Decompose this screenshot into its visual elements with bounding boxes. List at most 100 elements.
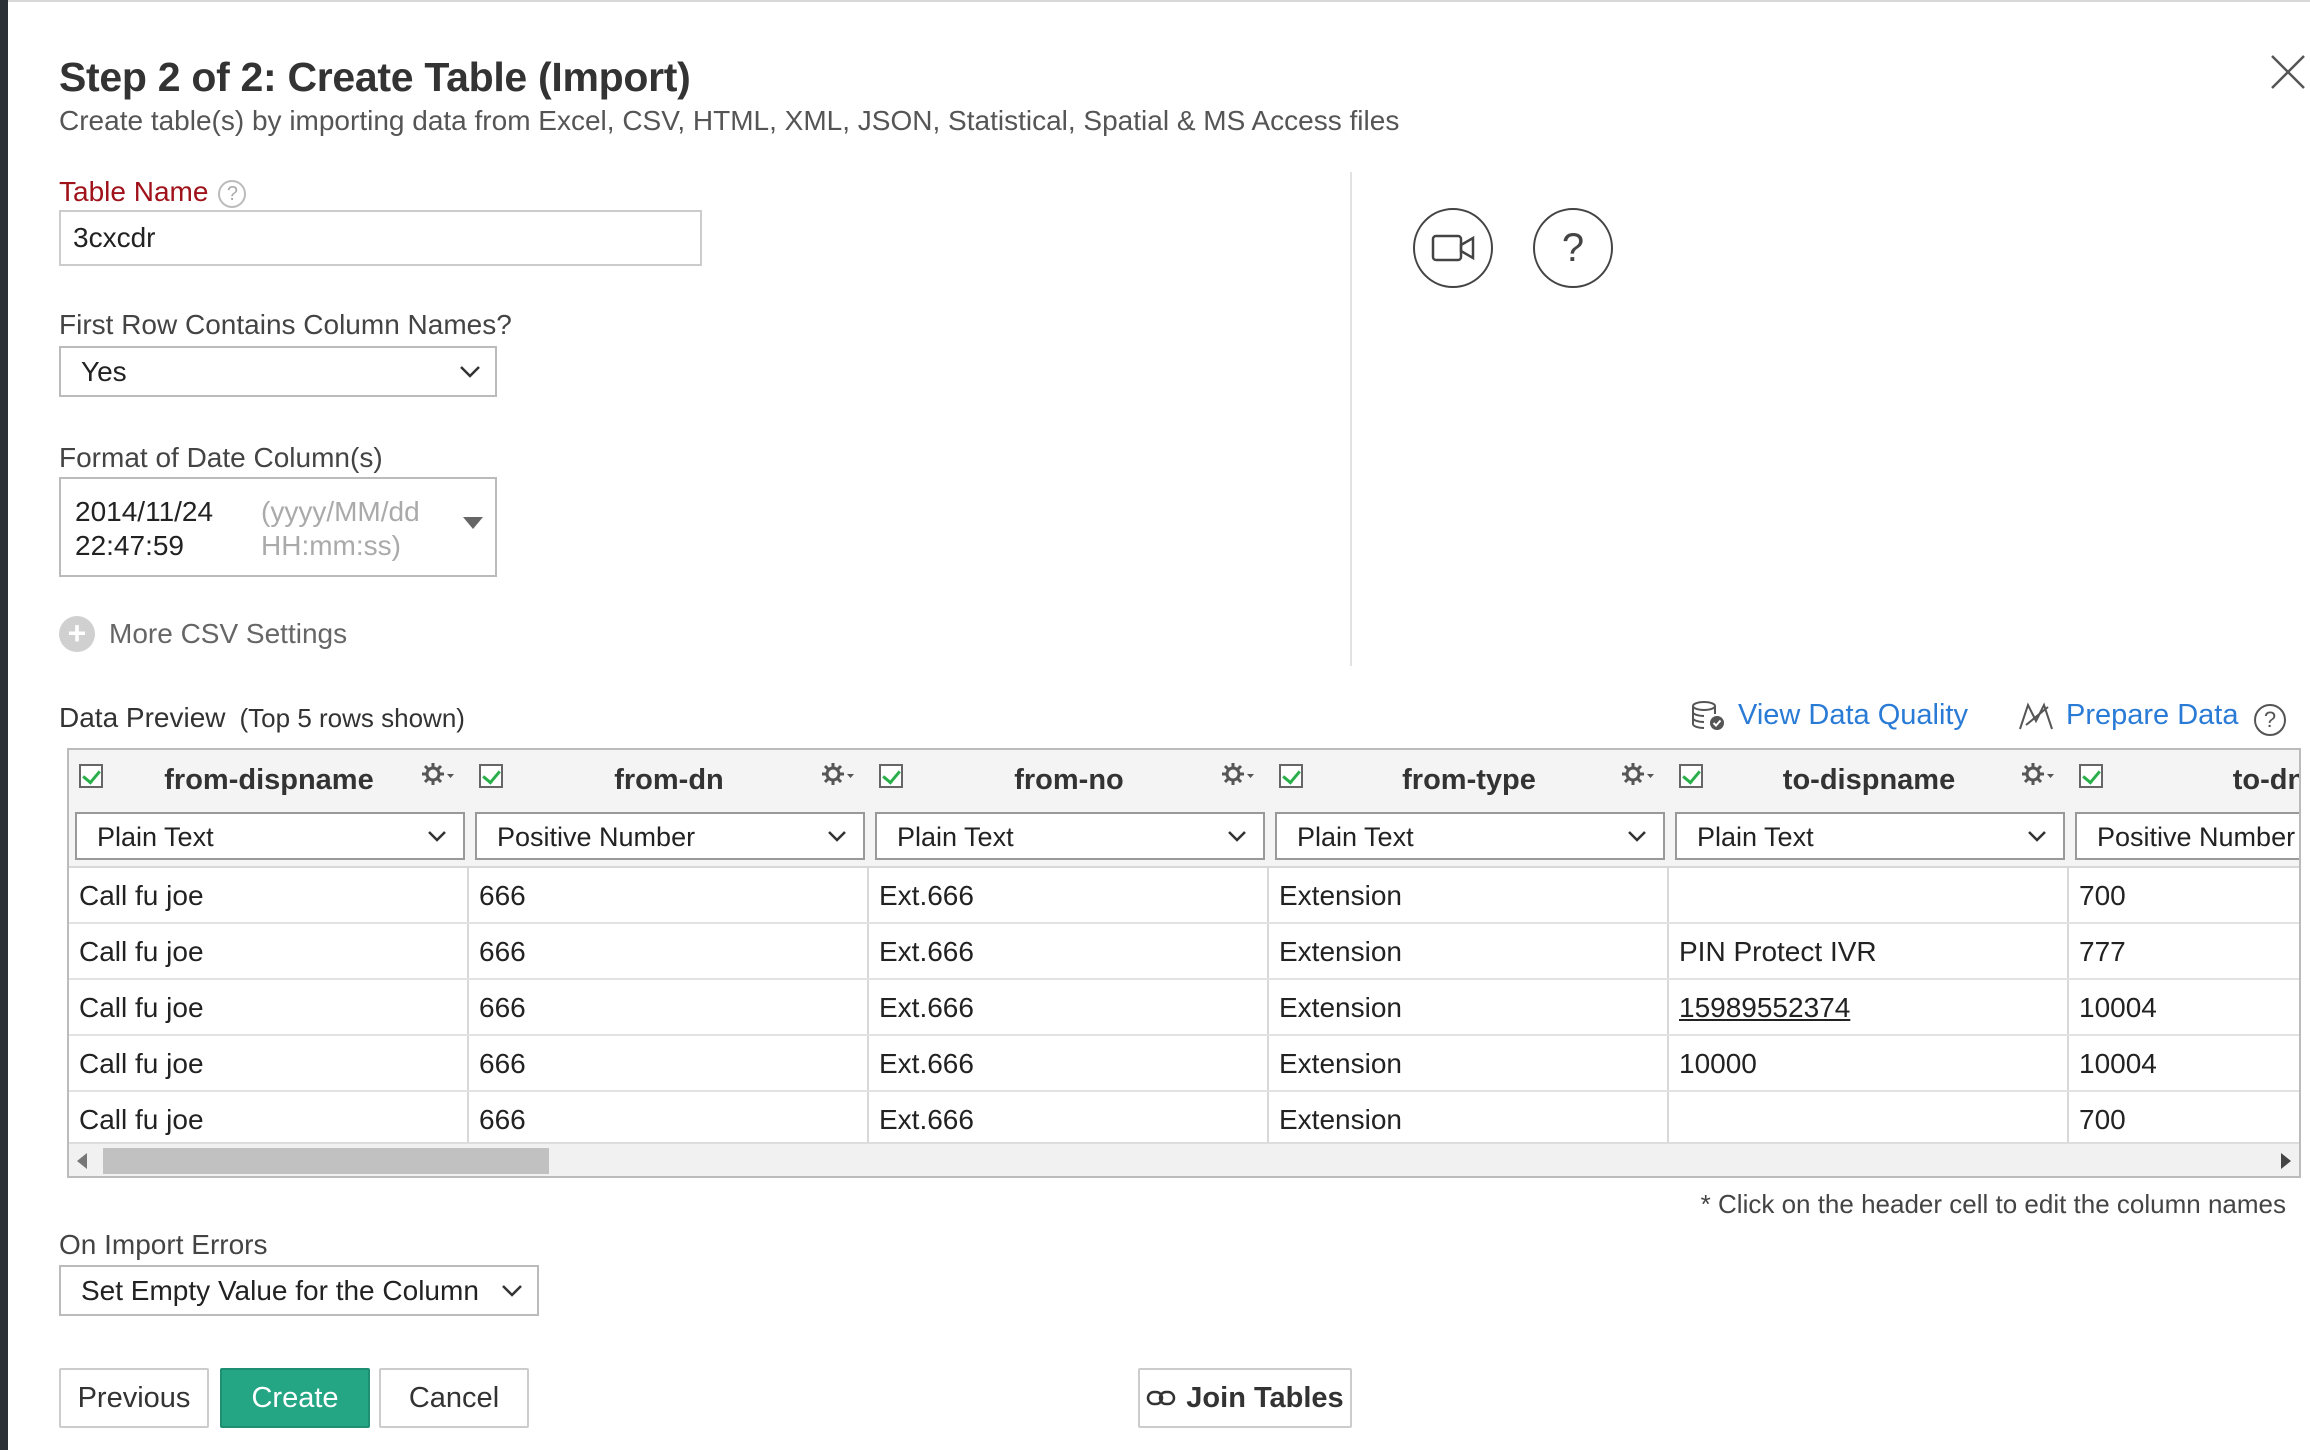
- table-cell: Call fu joe: [69, 1092, 469, 1148]
- column-name[interactable]: from-dn: [469, 764, 869, 797]
- table-cell: Call fu joe: [69, 980, 469, 1036]
- table-name-help-icon[interactable]: ?: [218, 179, 247, 208]
- table-name-label: Table Name?: [59, 176, 247, 208]
- join-tables-button[interactable]: Join Tables: [1138, 1368, 1352, 1428]
- chevron-down-icon: [1628, 831, 1646, 842]
- data-preview-subtitle: (Top 5 rows shown): [239, 703, 465, 733]
- column-header[interactable]: to-dn: [2069, 750, 2299, 806]
- more-csv-settings-toggle[interactable]: + More CSV Settings: [59, 616, 347, 652]
- left-edge-bar: [0, 0, 8, 1450]
- table-cell: PIN Protect IVR: [1669, 924, 2069, 980]
- table-name-label-text: Table Name: [59, 176, 209, 207]
- data-preview-grid: from-dispname Plain Text Call fu joe Call f…: [67, 748, 2301, 1178]
- column-header[interactable]: from-type: [1269, 750, 1669, 806]
- column-type-row: Plain Text: [69, 806, 469, 868]
- column-name[interactable]: to-dispname: [1669, 764, 2069, 797]
- table-name-input[interactable]: [59, 210, 702, 266]
- chevron-down-icon: [828, 831, 846, 842]
- table-cell: 10004: [2069, 1036, 2299, 1092]
- import-errors-select[interactable]: Set Empty Value for the Column: [59, 1265, 539, 1316]
- grid-column: from-dispname Plain Text Call fu joe Call f…: [69, 750, 469, 1148]
- gear-icon[interactable]: [1621, 762, 1655, 788]
- table-cell: Call fu joe: [69, 868, 469, 924]
- date-format-line2: HH:mm:ss): [261, 530, 401, 561]
- cancel-button[interactable]: Cancel: [379, 1368, 529, 1428]
- gear-icon[interactable]: [821, 762, 855, 788]
- column-type-select[interactable]: Plain Text: [1275, 812, 1665, 860]
- table-cell: 700: [2069, 1092, 2299, 1148]
- question-mark-icon: ?: [1561, 226, 1585, 270]
- column-type-value: Positive Number: [497, 822, 696, 852]
- vertical-divider: [1350, 172, 1352, 666]
- prepare-data-link[interactable]: Prepare Data: [2018, 699, 2239, 732]
- gear-icon[interactable]: [421, 762, 455, 788]
- column-name[interactable]: from-dispname: [69, 764, 469, 797]
- column-name[interactable]: from-type: [1269, 764, 1669, 797]
- table-cell: Ext.666: [869, 924, 1269, 980]
- first-row-label: First Row Contains Column Names?: [59, 309, 512, 340]
- table-cell: Extension: [1269, 868, 1669, 924]
- grid-column: from-dn Positive Number 666 666 666 666 666: [469, 750, 869, 1148]
- link-icon: [1147, 1390, 1176, 1406]
- data-preview-title-text: Data Preview: [59, 702, 226, 733]
- horizontal-scrollbar[interactable]: [69, 1142, 2299, 1176]
- prepare-data-help-icon[interactable]: ?: [2254, 704, 2286, 736]
- close-icon[interactable]: [2268, 52, 2308, 92]
- table-cell[interactable]: 15989552374: [1669, 980, 2069, 1036]
- table-cell: 700: [2069, 868, 2299, 924]
- column-header[interactable]: from-dispname: [69, 750, 469, 806]
- date-sample-value: 2014/11/24 22:47:59: [75, 495, 245, 563]
- column-name[interactable]: from-no: [869, 764, 1269, 797]
- column-type-value: Plain Text: [97, 822, 214, 852]
- scroll-right-arrow[interactable]: [2281, 1153, 2291, 1169]
- gear-icon[interactable]: [2021, 762, 2055, 788]
- chevron-down-icon: [460, 365, 480, 378]
- video-tutorial-button[interactable]: [1413, 208, 1493, 288]
- column-type-select[interactable]: Plain Text: [75, 812, 465, 860]
- column-type-select[interactable]: Plain Text: [875, 812, 1265, 860]
- view-data-quality-link[interactable]: View Data Quality: [1690, 699, 1968, 732]
- scroll-left-arrow[interactable]: [77, 1153, 87, 1169]
- table-cell: Extension: [1269, 980, 1669, 1036]
- prepare-data-icon: [2019, 701, 2053, 729]
- table-cell: 666: [469, 1092, 869, 1148]
- prepare-data-label: Prepare Data: [2066, 699, 2239, 731]
- table-cell: Ext.666: [869, 980, 1269, 1036]
- table-cell: Call fu joe: [69, 1036, 469, 1092]
- first-row-select[interactable]: Yes: [59, 346, 497, 397]
- table-cell: [1669, 868, 2069, 924]
- previous-button[interactable]: Previous: [59, 1368, 209, 1428]
- create-button[interactable]: Create: [220, 1368, 370, 1428]
- column-type-select[interactable]: Positive Number: [475, 812, 865, 860]
- column-header[interactable]: from-no: [869, 750, 1269, 806]
- column-header[interactable]: from-dn: [469, 750, 869, 806]
- date-format-select[interactable]: 2014/11/24 22:47:59 (yyyy/MM/dd HH:mm:ss…: [59, 477, 497, 577]
- chevron-down-icon: [428, 831, 446, 842]
- table-cell: 666: [469, 868, 869, 924]
- column-type-select[interactable]: Plain Text: [1675, 812, 2065, 860]
- more-csv-label: More CSV Settings: [109, 618, 348, 649]
- table-cell: Call fu joe: [69, 924, 469, 980]
- gear-icon[interactable]: [1221, 762, 1255, 788]
- help-button[interactable]: ?: [1533, 208, 1613, 288]
- dialog-subtitle: Create table(s) by importing data from E…: [59, 105, 1400, 136]
- column-type-row: Plain Text: [1269, 806, 1669, 868]
- date-sample-line1: 2014/11/24: [75, 496, 214, 527]
- column-type-row: Plain Text: [869, 806, 1269, 868]
- column-type-value: Plain Text: [1697, 822, 1814, 852]
- table-cell: 666: [469, 1036, 869, 1092]
- dialog-title: Step 2 of 2: Create Table (Import): [59, 54, 691, 100]
- column-name[interactable]: to-dn: [2069, 764, 2299, 797]
- scrollbar-thumb[interactable]: [103, 1148, 549, 1174]
- table-cell: [1669, 1092, 2069, 1148]
- column-type-value: Plain Text: [1297, 822, 1414, 852]
- column-type-row: Plain Text: [1669, 806, 2069, 868]
- column-type-select[interactable]: Positive Number: [2075, 812, 2299, 860]
- table-cell: Extension: [1269, 924, 1669, 980]
- grid-column: to-dn Positive Number 700 777 10004 10004 700: [2069, 750, 2299, 1148]
- database-check-icon: [1692, 700, 1724, 730]
- import-errors-value: Set Empty Value for the Column: [81, 1274, 479, 1306]
- date-format-line1: (yyyy/MM/dd: [261, 496, 420, 527]
- table-cell: 10004: [2069, 980, 2299, 1036]
- column-header[interactable]: to-dispname: [1669, 750, 2069, 806]
